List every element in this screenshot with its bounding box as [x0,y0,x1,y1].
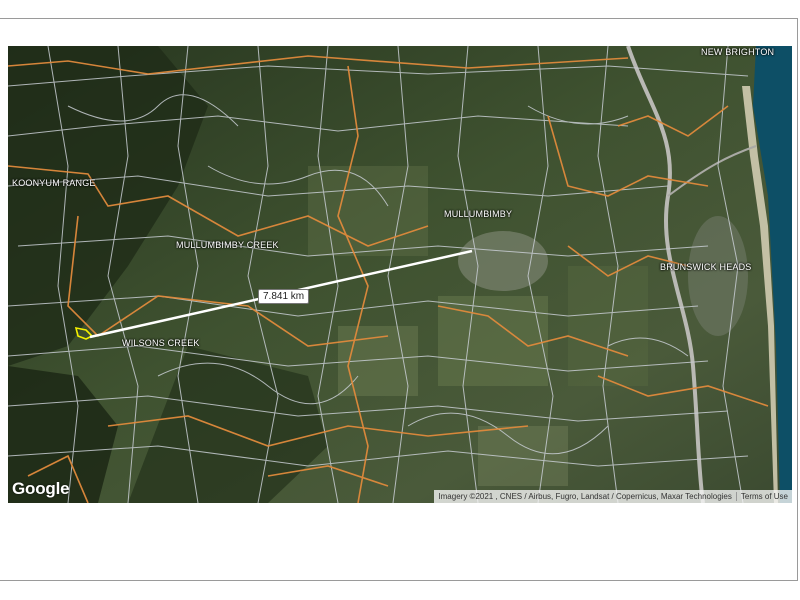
attribution-bar: Imagery ©2021 , CNES / Airbus, Fugro, La… [434,490,792,503]
label-mullumbimby: MULLUMBIMBY [444,209,513,219]
label-brunswick-heads: BRUNSWICK HEADS [660,262,752,272]
label-mullumbimby-creek: MULLUMBIMBY CREEK [176,240,279,250]
terms-of-use-link[interactable]: Terms of Use [735,492,792,501]
label-wilsons-creek: WILSONS CREEK [122,338,200,348]
label-new-brighton: NEW BRIGHTON [701,47,775,57]
map-imagery [8,46,792,503]
distance-label: 7.841 km [258,289,310,304]
google-logo: Google [12,479,70,498]
label-koonyum-range: KOONYUM RANGE [12,178,96,188]
imagery-attribution: Imagery ©2021 , CNES / Airbus, Fugro, La… [438,492,732,501]
satellite-map[interactable]: NEW BRIGHTON KOONYUM RANGE MULLUMBIMBY M… [8,46,792,503]
